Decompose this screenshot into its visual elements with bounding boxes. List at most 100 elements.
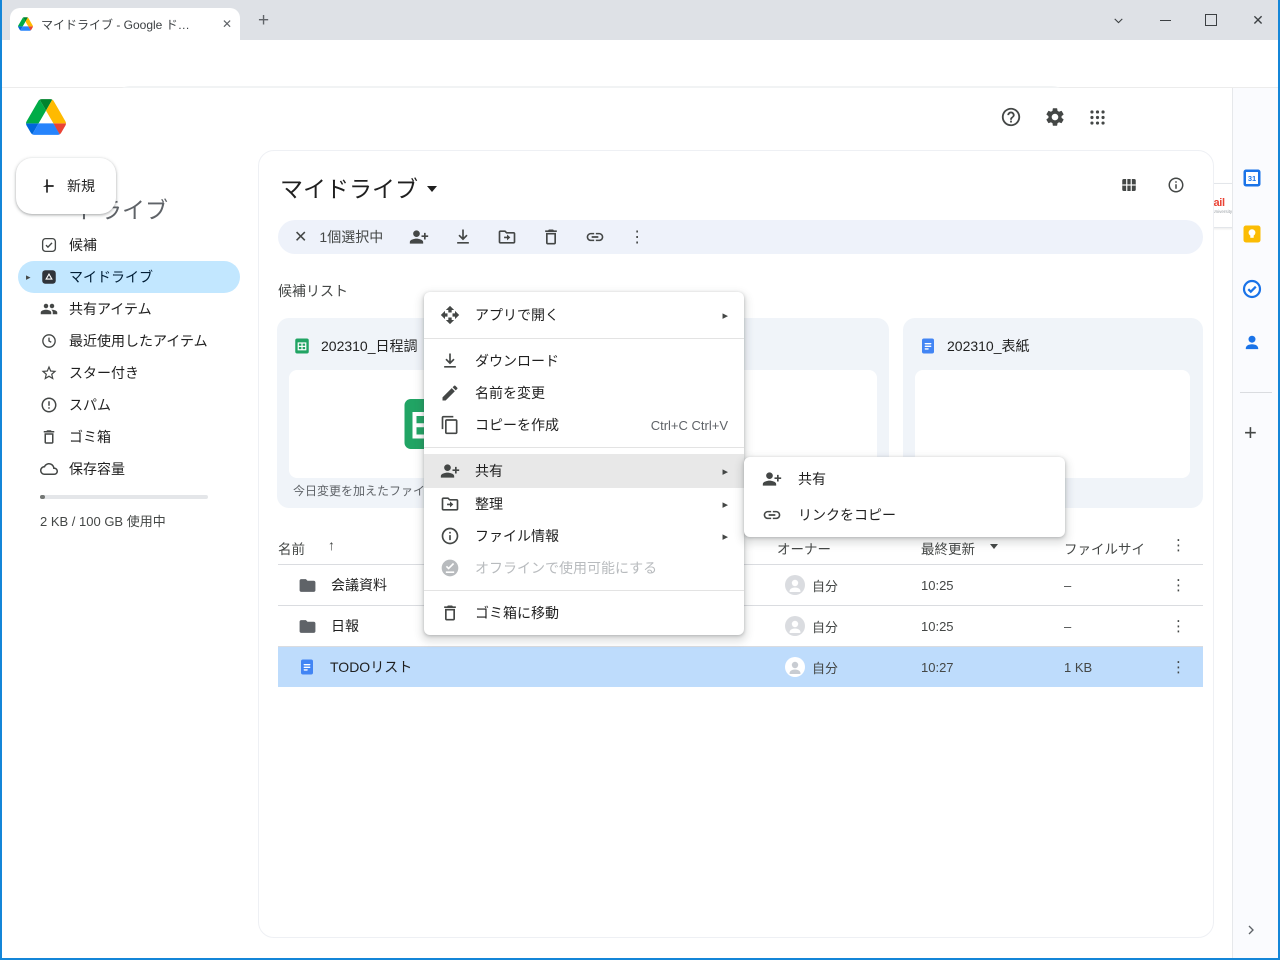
column-size[interactable]: ファイルサイ [1064,538,1145,558]
hide-panel-chevron-icon[interactable] [1243,922,1259,938]
sidebar-item-spam[interactable]: スパム [18,389,240,421]
menu-item-label: 共有 [475,461,503,481]
my-drive-icon [40,268,58,286]
sidebar-item-recent[interactable]: 最近使用したアイテム [18,325,240,357]
move-to-folder-icon[interactable] [497,227,517,247]
file-name: TODOリスト [330,657,412,677]
sort-desc-icon[interactable] [990,544,998,549]
menu-item-rename[interactable]: 名前を変更 [424,377,744,409]
modified-time: 10:27 [921,660,954,675]
trash-icon [40,428,58,446]
browser-tab[interactable]: マイドライブ - Google ドライブ ✕ [10,8,240,40]
drive-favicon [18,17,33,31]
organize-folder-icon [440,494,460,514]
submenu-item-copy-link[interactable]: リンクをコピー [744,497,1065,533]
file-row-3-selected[interactable]: TODOリスト 自分 10:27 1 KB ⋮ [278,647,1203,687]
rename-pencil-icon [440,383,460,403]
menu-separator [424,447,744,448]
details-info-icon[interactable] [1167,176,1185,194]
menu-item-move-to-trash[interactable]: ゴミ箱に移動 [424,597,744,629]
file-size: 1 KB [1064,660,1092,675]
column-name[interactable]: 名前 [278,538,305,558]
sidebar-item-label: スター付き [69,363,139,383]
apps-grid-icon[interactable] [1088,108,1107,127]
share-person-add-icon[interactable] [409,227,429,247]
sidebar-item-suggestions[interactable]: 候補 [18,229,240,261]
panel-divider [1240,392,1272,393]
tab-close-icon[interactable]: ✕ [222,17,232,31]
browser-toolbar: drive.google.com/drive/my-drive U ⋮ [0,40,1280,88]
page-title[interactable]: マイドライブ [280,170,437,204]
menu-item-open-with[interactable]: アプリで開く ▸ [424,298,744,332]
folder-icon [298,617,317,636]
column-owner[interactable]: オーナー [777,538,831,558]
star-icon [40,364,58,382]
sidebar-item-label: 最近使用したアイテム [69,331,208,351]
menu-item-label: アプリで開く [475,305,559,325]
sort-asc-icon[interactable]: ↑ [328,537,335,553]
get-link-icon[interactable] [585,227,605,247]
more-actions-icon[interactable]: ⋮ [629,227,645,247]
new-button[interactable]: 新規 [16,158,116,214]
settings-gear-icon[interactable] [1044,106,1066,128]
companion-side-panel [1232,88,1280,960]
download-icon[interactable] [453,227,473,247]
new-button-label: 新規 [67,176,95,196]
sidebar-item-trash[interactable]: ゴミ箱 [18,421,240,453]
docs-file-icon [919,337,937,355]
window-close-button[interactable]: ✕ [1238,0,1278,40]
menu-item-label: オフラインで使用可能にする [475,558,657,578]
menu-item-make-copy[interactable]: コピーを作成 Ctrl+C Ctrl+V [424,409,744,441]
file-name: 会議資料 [331,575,387,595]
info-icon [440,526,460,546]
menu-item-share[interactable]: 共有 ▸ [424,454,744,488]
sidebar-item-storage[interactable]: 保存容量 [18,453,240,485]
column-modified[interactable]: 最終更新 [921,538,975,558]
window-minimize-button[interactable] [1146,0,1184,40]
delete-icon[interactable] [541,227,561,247]
contacts-icon[interactable] [1242,332,1262,352]
help-icon[interactable] [1000,106,1022,128]
row-more-icon[interactable]: ⋮ [1171,576,1186,594]
sidebar-item-label: 共有アイテム [69,299,152,319]
submenu-item-label: リンクをコピー [798,505,896,525]
owner-name: 自分 [812,617,838,636]
submenu-item-share[interactable]: 共有 [744,461,1065,497]
menu-item-label: ダウンロード [475,351,559,371]
owner-avatar [785,616,805,636]
menu-item-download[interactable]: ダウンロード [424,345,744,377]
card-title: 202310_日程調 [321,336,418,356]
clock-icon [40,332,58,350]
menu-item-organize[interactable]: 整理 ▸ [424,488,744,520]
clear-selection-icon[interactable]: ✕ [294,227,307,247]
folder-icon [298,576,317,595]
sidebar-item-my-drive[interactable]: ▸ マイドライブ [18,261,240,293]
new-tab-button[interactable]: + [258,10,269,32]
trash-icon [440,603,460,623]
modified-time: 10:25 [921,619,954,634]
tasks-icon[interactable] [1242,279,1262,299]
owner-avatar [785,575,805,595]
row-more-icon[interactable]: ⋮ [1171,617,1186,635]
keep-icon[interactable] [1242,224,1262,244]
sidebar-item-starred[interactable]: スター付き [18,357,240,389]
chevron-down-icon [1112,14,1125,27]
drive-logo[interactable] [26,99,66,135]
row-more-icon[interactable]: ⋮ [1171,658,1186,676]
calendar-icon[interactable]: 31 [1242,168,1262,188]
minimize-icon [1160,20,1171,21]
share-person-add-icon [440,461,460,481]
expand-arrow-icon[interactable]: ▸ [26,272,31,283]
sidebar-item-shared[interactable]: 共有アイテム [18,293,240,325]
tab-search-icon[interactable] [1100,0,1136,40]
header-more-icon[interactable]: ⋮ [1171,536,1186,554]
menu-separator [424,590,744,591]
grid-view-icon[interactable] [1120,176,1138,194]
window-maximize-button[interactable] [1192,0,1230,40]
docs-file-icon [298,658,316,676]
page-title-text: マイドライブ [280,170,418,204]
card-title: 202310_表紙 [947,336,1030,356]
submenu-arrow-icon: ▸ [722,309,728,322]
menu-item-file-info[interactable]: ファイル情報 ▸ [424,520,744,552]
add-panel-app-icon[interactable]: + [1244,420,1257,446]
